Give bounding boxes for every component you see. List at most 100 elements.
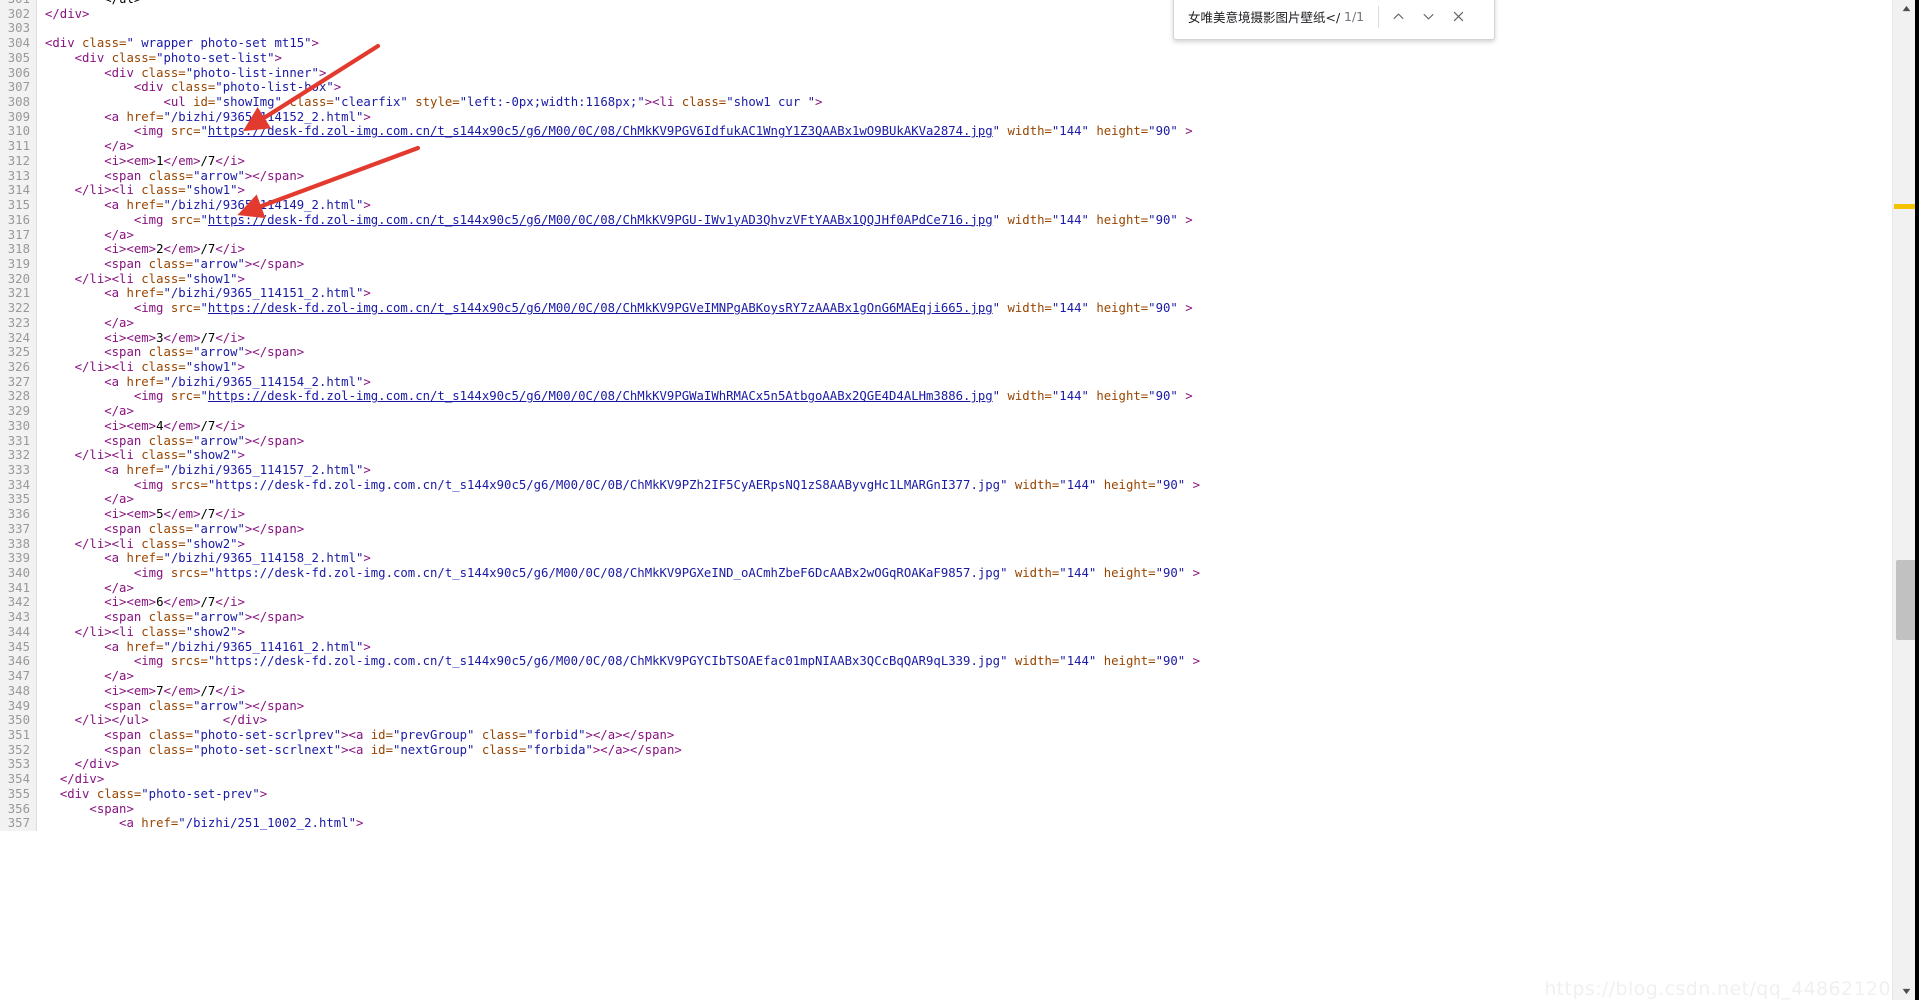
code-token: src= [170,389,201,404]
code-token: <img [133,301,171,316]
code-token: </a> [104,315,134,330]
source-line: 316 <img src="https://desk-fd.zol-img.co… [0,212,1893,228]
code-token: > [1185,566,1200,581]
find-close-button[interactable] [1443,2,1473,32]
code-token: "https://desk-fd.zol-img.com.cn/t_s144x9… [207,477,1008,492]
code-token: "/bizhi/9365_114152_2.html" [163,109,364,124]
code-token: href= [126,551,164,566]
code-token: "forbida" [526,742,593,757]
code-token: srcs= [170,654,208,669]
code-token: href= [126,374,164,389]
code-token: "/bizhi/9365_114161_2.html" [163,639,364,654]
line-content: <a href="/bizhi/9365_114157_2.html"> [37,463,1894,478]
code-token: "arrow" [193,521,245,536]
code-token: </em> [163,330,201,345]
line-number: 320 [0,271,37,287]
code-token: "90" [1148,301,1178,316]
line-number: 351 [0,727,37,743]
line-content: <span class="arrow"></span> [37,610,1894,625]
code-token: class= [82,36,127,51]
code-token: href= [126,463,164,477]
code-token: <span [104,610,149,625]
find-previous-button[interactable] [1383,2,1413,32]
code-token: </i> [215,330,245,345]
source-code-view[interactable]: 301 </ul>302</div>303304<div class=" wra… [0,0,1893,1000]
line-number: 319 [0,256,37,272]
line-content: </div> [37,757,1894,772]
line-number: 334 [0,477,37,493]
code-token: "90" [1155,654,1186,669]
line-content: <a href="/bizhi/9365_114154_2.html"> [37,375,1894,390]
code-token: > [355,816,364,831]
line-number: 310 [0,124,37,140]
source-line: 357 <a href="/bizhi/251_1002_2.html"> [0,816,1893,831]
code-token: height= [1088,124,1149,139]
source-line: 336 <i><em>5</em>/7</i> [0,507,1893,522]
code-token: height= [1096,566,1156,581]
code-token: "forbid" [526,727,586,742]
line-content: <a href="/bizhi/9365_114149_2.html"> [37,198,1894,213]
scrollbar-thumb[interactable] [1896,560,1916,640]
code-token: class= [148,698,194,713]
code-token: " [992,212,1001,227]
line-number: 352 [0,742,37,758]
code-token: <img [133,477,171,492]
line-content: <span class="arrow"></span> [37,434,1894,449]
code-token: <div [74,50,112,65]
code-token: class= [148,345,194,360]
source-link[interactable]: https://desk-fd.zol-img.com.cn/t_s144x90… [208,213,993,227]
code-token: </li><li [74,271,142,286]
find-next-button[interactable] [1413,2,1443,32]
code-token: <i><em> [104,330,157,345]
line-number: 308 [0,95,37,110]
code-token: src= [170,301,201,316]
source-link[interactable]: https://desk-fd.zol-img.com.cn/t_s144x90… [208,124,993,138]
line-number: 315 [0,198,37,213]
source-link[interactable]: https://desk-fd.zol-img.com.cn/t_s144x90… [208,301,993,315]
code-token: " [200,124,208,139]
line-number: 312 [0,153,37,169]
code-token: height= [1088,389,1149,404]
find-in-page-bar[interactable]: 1/1 [1173,0,1495,40]
code-token: <span [104,727,149,742]
line-content: </li><li class="show2"> [37,625,1894,640]
line-content: <i><em>7</em>/7</i> [37,684,1894,699]
find-input[interactable] [1188,9,1340,24]
line-content: <img src="https://desk-fd.zol-img.com.cn… [37,389,1894,404]
line-number: 336 [0,507,37,522]
source-line: 346 <img srcs="https://desk-fd.zol-img.c… [0,654,1893,670]
source-line: 343 <span class="arrow"></span> [0,610,1893,625]
code-token: </em> [163,418,201,433]
code-token: <a [104,374,127,389]
line-number: 353 [0,757,37,773]
code-token: " [200,301,208,316]
code-token: href= [141,816,179,831]
window-edge-strip [1915,0,1919,1000]
source-line: 352 <span class="photo-set-scrlnext"><a … [0,742,1893,758]
code-token: "arrow" [193,433,245,448]
line-number: 327 [0,374,37,390]
line-content: <i><em>1</em>/7</i> [37,154,1894,169]
line-content: <span class="arrow"></span> [37,522,1894,537]
code-token: </a> [104,139,134,154]
code-token: </a> [104,404,134,419]
line-content [37,21,1894,36]
code-token: > [237,624,245,639]
code-token: "arrow" [193,168,245,183]
source-link[interactable]: https://desk-fd.zol-img.com.cn/t_s144x90… [208,389,993,403]
code-token: id= [193,95,216,110]
code-token: "photo-set-list" [156,50,275,65]
code-token: <div [59,786,97,801]
code-token: class= [170,80,216,95]
